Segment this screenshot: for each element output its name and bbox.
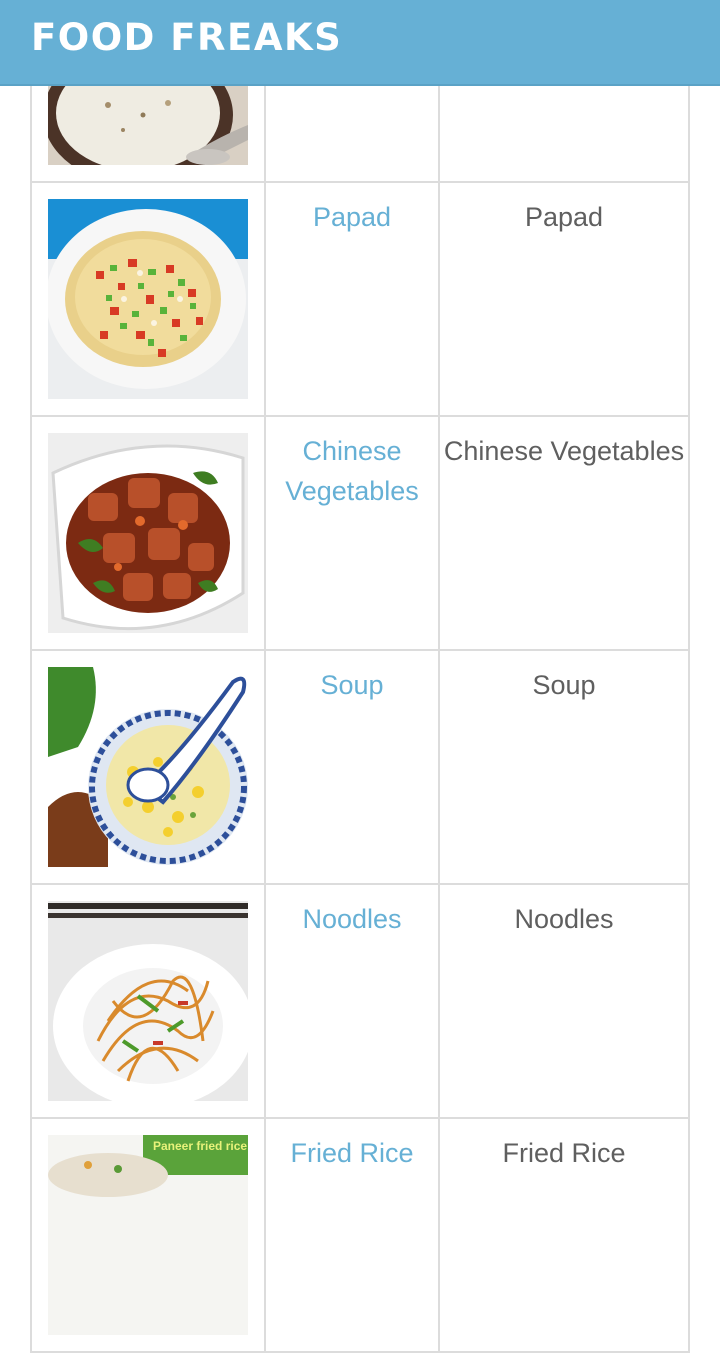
food-name: Chinese Vegetables — [443, 436, 685, 466]
name-cell: Chinese Vegetables — [440, 417, 688, 649]
food-name: Papad — [524, 202, 604, 232]
table-row: Paneer fried rice Fried Rice Fried Rice — [30, 1119, 690, 1353]
table-row: Chinese Vegetables Chinese Vegetables — [30, 417, 690, 651]
table-row: Noodles Noodles — [30, 885, 690, 1119]
name-cell: Noodles — [440, 885, 688, 1117]
food-link[interactable]: Noodles — [266, 899, 438, 939]
name-cell: Soup — [440, 651, 688, 883]
food-image[interactable] — [48, 433, 248, 633]
table-row — [30, 86, 690, 183]
table-row: Soup Soup — [30, 651, 690, 885]
food-name: Fried Rice — [502, 1138, 626, 1168]
food-table: Papad Papad Chinese Vegetables Chinese V… — [30, 86, 690, 1353]
name-cell: Fried Rice — [440, 1119, 688, 1351]
link-cell — [266, 86, 440, 181]
link-cell: Chinese Vegetables — [266, 417, 440, 649]
image-cell — [32, 885, 266, 1117]
link-cell: Soup — [266, 651, 440, 883]
food-name: Soup — [532, 670, 596, 700]
link-cell: Noodles — [266, 885, 440, 1117]
food-image[interactable] — [48, 199, 248, 399]
table-row: Papad Papad — [30, 183, 690, 417]
food-link[interactable]: Papad — [266, 197, 438, 237]
image-cell — [32, 183, 266, 415]
food-link[interactable]: Soup — [266, 665, 438, 705]
name-cell: Papad — [440, 183, 688, 415]
food-image[interactable] — [48, 901, 248, 1101]
app-bar: FOOD FREAKS — [0, 0, 720, 86]
image-cell — [32, 417, 266, 649]
link-cell: Papad — [266, 183, 440, 415]
image-cell — [32, 651, 266, 883]
link-cell: Fried Rice — [266, 1119, 440, 1351]
name-cell — [440, 86, 688, 181]
image-caption: Paneer fried rice — [153, 1139, 247, 1153]
image-cell — [32, 86, 266, 181]
food-link[interactable]: Chinese Vegetables — [266, 431, 438, 511]
food-image[interactable]: Paneer fried rice — [48, 1135, 248, 1335]
food-link[interactable]: Fried Rice — [266, 1133, 438, 1173]
food-image[interactable] — [48, 667, 248, 867]
image-cell: Paneer fried rice — [32, 1119, 266, 1351]
food-name: Noodles — [514, 904, 614, 934]
app-title: FOOD FREAKS — [31, 16, 343, 59]
food-image[interactable] — [48, 86, 248, 165]
